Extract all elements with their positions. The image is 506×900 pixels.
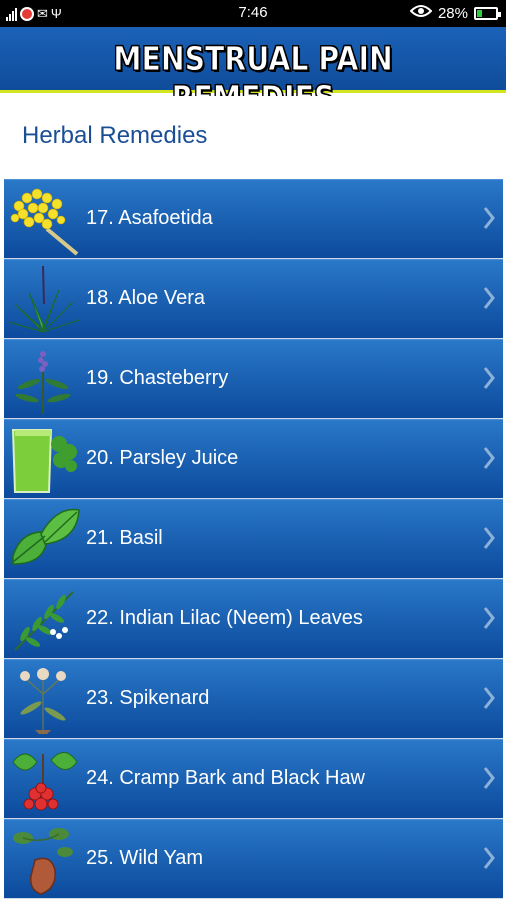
eye-icon	[409, 4, 433, 22]
chevron-right-icon	[483, 847, 495, 869]
item-label: 22. Indian Lilac (Neem) Leaves	[86, 607, 363, 629]
list-item-basil[interactable]: 21. Basil	[4, 499, 503, 579]
chevron-right-icon	[483, 367, 495, 389]
item-label: 24. Cramp Bark and Black Haw	[86, 767, 366, 789]
item-label: 25. Wild Yam	[86, 847, 204, 869]
list-item-cramp-bark[interactable]: 24. Cramp Bark and Black Haw	[4, 739, 503, 819]
item-label: 20. Parsley Juice	[86, 447, 239, 469]
chevron-right-icon	[483, 447, 495, 469]
chevron-right-icon	[483, 287, 495, 309]
aloe-vera-icon	[8, 265, 80, 333]
item-label: 21. Basil	[86, 527, 163, 549]
item-label: 19. Chasteberry	[86, 367, 229, 389]
chevron-right-icon	[483, 607, 495, 629]
asafoetida-flower-icon	[10, 188, 79, 256]
list-item-chasteberry[interactable]: 19. Chasteberry	[4, 339, 503, 419]
item-label: 17. Asafoetida	[86, 207, 213, 229]
parsley-juice-icon	[11, 429, 77, 493]
section-header: Herbal Remedies	[0, 96, 506, 178]
status-right-icons: 28%	[409, 4, 501, 22]
remedy-list: 17. Asafoetida 18. Aloe Vera 19. Chasteb…	[4, 179, 503, 899]
chevron-right-icon	[483, 767, 495, 789]
status-bar: ✉ Ψ 7:46 28%	[0, 0, 506, 27]
chevron-right-icon	[483, 687, 495, 709]
list-item-asafoetida[interactable]: 17. Asafoetida	[4, 179, 503, 259]
list-item-spikenard[interactable]: 23. Spikenard	[4, 659, 503, 739]
chevron-right-icon	[483, 207, 495, 229]
cramp-bark-berries-icon	[12, 752, 78, 811]
chevron-right-icon	[483, 527, 495, 549]
item-label: 23. Spikenard	[86, 687, 210, 709]
app-header: MENSTRUAL PAIN REMEDIES	[0, 27, 506, 118]
list-item-parsley-juice[interactable]: 20. Parsley Juice	[4, 419, 503, 499]
battery-icon	[474, 6, 501, 20]
chasteberry-plant-icon	[15, 351, 71, 414]
list-item-wild-yam[interactable]: 25. Wild Yam	[4, 819, 503, 899]
basil-leaf-icon	[12, 508, 80, 565]
item-label: 18. Aloe Vera	[86, 287, 205, 309]
wild-yam-icon	[13, 828, 73, 895]
neem-leaves-icon	[14, 591, 74, 651]
list-item-neem-leaves[interactable]: 22. Indian Lilac (Neem) Leaves	[4, 579, 503, 659]
section-title: Herbal Remedies	[22, 122, 208, 149]
spikenard-plant-icon	[20, 668, 66, 734]
battery-percent: 28%	[437, 4, 468, 22]
list-item-aloe-vera[interactable]: 18. Aloe Vera	[4, 259, 503, 339]
